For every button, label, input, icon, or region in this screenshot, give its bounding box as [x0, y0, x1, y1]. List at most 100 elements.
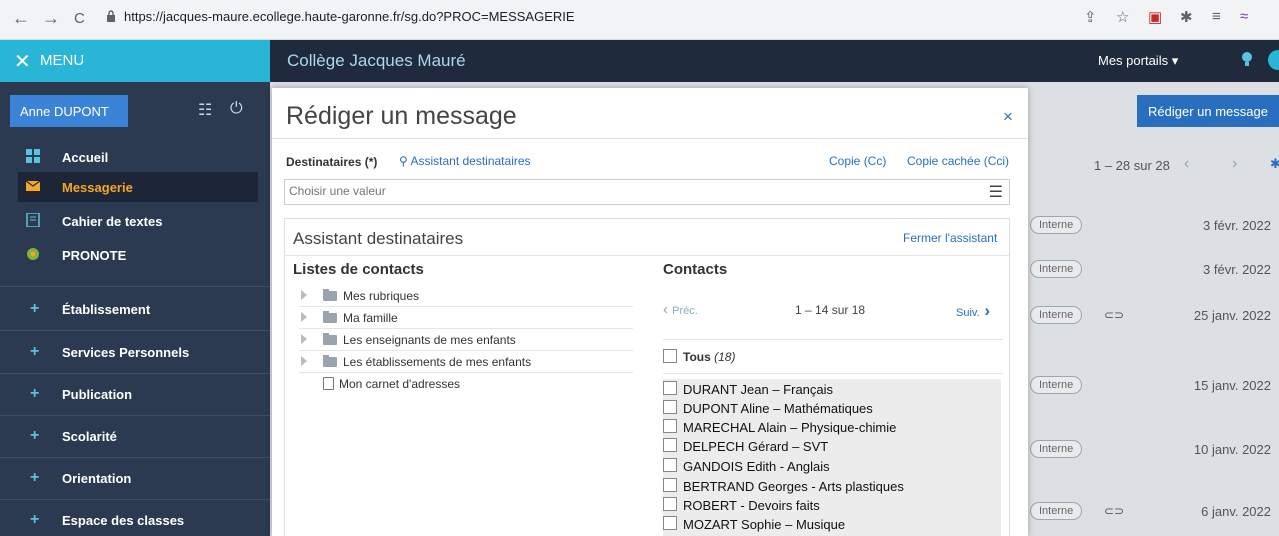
contact-checkbox[interactable] — [663, 516, 677, 530]
contacts-range: 1 – 14 sur 18 — [795, 303, 866, 317]
user-badge[interactable]: Anne DUPONT — [10, 95, 128, 127]
tree-item-ma-famille[interactable]: Ma famille — [299, 307, 633, 329]
next-page-link[interactable]: Suiv. › — [956, 301, 990, 321]
contact-checkbox[interactable] — [663, 381, 677, 395]
cci-link[interactable]: Copie cachée (Cci) — [907, 154, 1009, 168]
contacts-list: DURANT Jean – Français DUPONT Aline – Ma… — [663, 379, 1001, 536]
menu-button[interactable]: ✕ MENU — [0, 40, 270, 82]
section-espace-des-classes[interactable]: + Espace des classes — [0, 499, 270, 536]
close-icon[interactable]: × — [1003, 107, 1013, 127]
close-assistant-link[interactable]: Fermer l'assistant — [903, 231, 997, 245]
chevron-right-icon[interactable]: › — [1232, 155, 1237, 173]
sidebar-item-pronote[interactable]: PRONOTE — [18, 240, 258, 270]
back-icon[interactable]: ← — [12, 8, 30, 29]
contact-item[interactable]: DURANT Jean – Français — [663, 381, 1001, 399]
contact-item[interactable]: MOZART Sophie – Musique — [663, 516, 1001, 534]
section-publication[interactable]: + Publication — [0, 373, 270, 415]
recipients-field[interactable]: ☰ — [284, 179, 1010, 205]
prev-label: Préc. — [672, 305, 698, 317]
extension-icon[interactable]: ▣ — [1148, 8, 1162, 26]
message-row[interactable]: Interne ⊂⊃ 6 janv. 2022 — [1016, 498, 1279, 526]
message-row[interactable]: Interne 15 janv. 2022 — [1016, 372, 1279, 400]
address-bar[interactable]: https://jacques-maure.ecollege.haute-gar… — [124, 9, 575, 24]
sidebar-item-cahier-de-textes[interactable]: Cahier de textes — [18, 206, 258, 236]
section-services-personnels[interactable]: + Services Personnels — [0, 331, 270, 373]
settings-sliders-icon[interactable]: ☷ — [198, 100, 212, 120]
contacts-title: Contacts — [663, 261, 728, 278]
hamburger-icon[interactable]: ☰ — [989, 182, 1003, 202]
contact-item[interactable]: DUPONT Aline – Mathématiques — [663, 400, 1001, 418]
compose-button[interactable]: Rédiger un message — [1137, 95, 1279, 127]
section-scolarite[interactable]: + Scolarité — [0, 415, 270, 457]
contact-checkbox[interactable] — [663, 497, 677, 511]
tree-item-mes-rubriques[interactable]: Mes rubriques — [299, 285, 633, 307]
school-name[interactable]: Collège Jacques Mauré — [287, 51, 466, 71]
expand-arrow-icon[interactable] — [301, 356, 307, 366]
contact-checkbox[interactable] — [663, 478, 677, 492]
message-date: 10 janv. 2022 — [1193, 442, 1271, 457]
share-icon[interactable]: ⇪ — [1084, 8, 1097, 26]
lock-icon — [107, 10, 115, 22]
plus-icon: + — [30, 343, 40, 360]
portals-dropdown[interactable]: Mes portails ▾ — [1098, 53, 1178, 69]
reading-list-icon[interactable]: ≡ — [1212, 8, 1221, 25]
status-badge: Interne — [1030, 502, 1083, 520]
contact-item[interactable]: DELPECH Gérard – SVT — [663, 438, 1001, 456]
section-etablissement[interactable]: + Établissement — [0, 288, 270, 330]
select-all-checkbox[interactable] — [663, 349, 677, 363]
section-label: Établissement — [62, 302, 151, 317]
prev-page-link[interactable]: ‹ Préc. — [663, 301, 698, 318]
power-icon[interactable]: ⏻ — [230, 100, 243, 118]
gear-icon[interactable]: ✱ — [1270, 156, 1279, 172]
expand-arrow-icon[interactable] — [301, 312, 307, 322]
sidebar: Anne DUPONT ☷ ⏻ Accueil Messagerie Cahie… — [0, 82, 270, 536]
recipients-input[interactable] — [289, 184, 969, 198]
contact-label: DUPONT Aline – Mathématiques — [683, 401, 873, 416]
expand-arrow-icon[interactable] — [301, 290, 307, 300]
contact-item[interactable]: BERTRAND Georges - Arts plastiques — [663, 478, 1001, 496]
star-icon[interactable]: ☆ — [1116, 8, 1129, 26]
attachment-icon: ⊂⊃ — [1104, 308, 1125, 322]
tree-item-carnet-adresses[interactable]: Mon carnet d'adresses — [299, 373, 633, 395]
bulb-icon[interactable] — [1242, 52, 1252, 68]
folder-icon — [323, 355, 337, 367]
divider — [285, 255, 1009, 256]
profile-icon[interactable]: ≈ — [1240, 8, 1248, 25]
puzzle-icon[interactable]: ✱ — [1180, 8, 1193, 26]
message-date: 25 janv. 2022 — [1193, 308, 1271, 323]
contact-item[interactable]: MARECHAL Alain – Physique-chimie — [663, 419, 1001, 437]
sidebar-item-accueil[interactable]: Accueil — [18, 142, 258, 172]
chevron-left-icon: ‹ — [663, 301, 673, 318]
folder-icon — [323, 333, 337, 345]
tree-item-label: Les enseignants de mes enfants — [343, 333, 516, 347]
sidebar-item-messagerie[interactable]: Messagerie — [18, 172, 258, 202]
forward-icon[interactable]: → — [42, 8, 60, 29]
plus-icon: + — [30, 511, 40, 528]
message-row[interactable]: Interne 10 janv. 2022 — [1016, 436, 1279, 464]
contact-checkbox[interactable] — [663, 458, 677, 472]
reload-icon[interactable]: C — [74, 10, 85, 27]
message-row[interactable]: Interne 3 févr. 2022 — [1016, 212, 1279, 240]
contact-lists-title: Listes de contacts — [293, 261, 424, 278]
contact-checkbox[interactable] — [663, 438, 677, 452]
message-row[interactable]: Interne 3 févr. 2022 — [1016, 256, 1279, 284]
chevron-right-icon: › — [979, 301, 991, 320]
contact-item[interactable]: GANDOIS Edith - Anglais — [663, 458, 1001, 476]
chevron-left-icon[interactable]: ‹ — [1184, 155, 1189, 173]
contact-label: BERTRAND Georges - Arts plastiques — [683, 479, 904, 494]
help-icon[interactable] — [1268, 50, 1279, 70]
contact-checkbox[interactable] — [663, 419, 677, 433]
tree-item-label: Ma famille — [343, 311, 398, 325]
expand-arrow-icon[interactable] — [301, 334, 307, 344]
message-row[interactable]: Interne ⊂⊃ 25 janv. 2022 — [1016, 302, 1279, 330]
tree-item-etablissements[interactable]: Les établissements de mes enfants — [299, 351, 633, 373]
contact-item[interactable]: ROBERT - Devoirs faits — [663, 497, 1001, 515]
tree-item-enseignants[interactable]: Les enseignants de mes enfants — [299, 329, 633, 351]
section-label: Publication — [62, 387, 133, 402]
assistant-link[interactable]: ⚲ Assistant destinataires — [399, 154, 531, 168]
cc-link[interactable]: Copie (Cc) — [829, 154, 886, 168]
section-orientation[interactable]: + Orientation — [0, 457, 270, 499]
assistant-panel: Assistant destinataires Fermer l'assista… — [284, 218, 1010, 536]
contact-checkbox[interactable] — [663, 400, 677, 414]
dialog-title: Rédiger un message — [286, 102, 517, 130]
